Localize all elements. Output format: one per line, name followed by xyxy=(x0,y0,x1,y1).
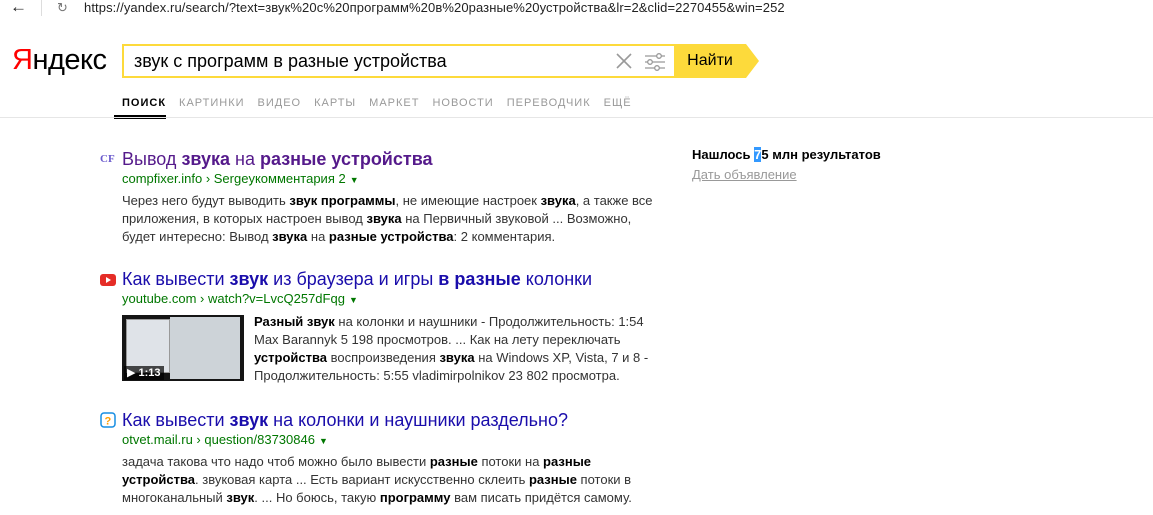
mail-answers-favicon: ? xyxy=(100,412,116,428)
video-thumbnail[interactable]: ▶ 1:13 xyxy=(122,315,244,381)
svg-text:?: ? xyxy=(105,416,112,428)
results-count-rest: 5 млн результатов xyxy=(761,147,881,162)
yandex-logo[interactable]: Яндекс xyxy=(12,42,107,78)
toolbar-divider xyxy=(41,0,42,16)
text-fragment[interactable]: Как вывести xyxy=(122,410,230,430)
highlighted-term: Разный звук xyxy=(254,314,335,329)
logo-rest: ндекс xyxy=(32,44,107,76)
text-fragment[interactable]: на колонки и наушники раздельно? xyxy=(268,410,568,430)
tab-search[interactable]: ПОИСК xyxy=(122,96,166,110)
youtube-favicon xyxy=(100,274,116,286)
search-result: Как вывести звук из браузера и игры в ра… xyxy=(122,268,662,383)
highlighted-term: разные устройства xyxy=(328,229,454,244)
result-snippet: Через него будут выводить звук программы… xyxy=(122,192,662,246)
highlighted-term[interactable]: в разные xyxy=(438,269,521,289)
result-url-text[interactable]: compfixer.info › Sergeyкомментария 2 xyxy=(122,171,346,186)
thumbnail-window-graphic xyxy=(126,319,170,373)
text-fragment: , не имеющие настроек xyxy=(395,193,541,208)
search-input[interactable] xyxy=(134,48,604,74)
results-count: Нашлось 75 млн результатов xyxy=(692,147,881,163)
text-fragment: потоки на xyxy=(477,454,544,469)
highlighted-term: звука xyxy=(439,350,475,365)
find-button-arrow[interactable] xyxy=(746,44,759,78)
text-fragment: задача такова что надо чтоб можно было в… xyxy=(122,454,430,469)
result-title[interactable]: Вывод звука на разные устройства xyxy=(122,148,662,170)
tab-translator[interactable]: ПЕРЕВОДЧИК xyxy=(507,96,591,110)
clear-x-icon[interactable] xyxy=(614,50,634,72)
result-url[interactable]: compfixer.info › Sergeyкомментария 2 ▼ xyxy=(122,170,662,189)
highlighted-term[interactable]: звук xyxy=(230,269,269,289)
dropdown-triangle-icon[interactable]: ▼ xyxy=(319,436,328,446)
search-box xyxy=(122,44,674,78)
text-fragment: . звуковая карта ... Есть вариант искусс… xyxy=(195,472,529,487)
highlighted-term: устройства xyxy=(254,350,328,365)
result-url-text[interactable]: youtube.com › watch?v=LvcQ257dFqg xyxy=(122,291,345,306)
text-fragment[interactable]: Как вывести xyxy=(122,269,230,289)
video-duration: ▶ 1:13 xyxy=(124,366,164,380)
tab-market[interactable]: МАРКЕТ xyxy=(369,96,419,110)
browser-address-bar: ← ↻ https://yandex.ru/search/?text=звук%… xyxy=(0,0,1153,18)
tab-news[interactable]: НОВОСТИ xyxy=(432,96,493,110)
highlighted-term: звук xyxy=(226,490,255,505)
search-tabs: ПОИСК КАРТИНКИ ВИДЕО КАРТЫ МАРКЕТ НОВОСТИ ПЕРЕ… xyxy=(122,93,645,113)
result-snippet: Разный звук на колонки и наушники - Прод… xyxy=(254,313,659,385)
text-fragment[interactable]: из браузера и игры xyxy=(268,269,438,289)
highlighted-term[interactable]: звука xyxy=(181,149,230,169)
tab-more[interactable]: ЕЩЁ xyxy=(604,96,632,110)
find-button[interactable]: Найти xyxy=(674,44,746,78)
highlighted-term: программу xyxy=(379,490,451,505)
text-fragment: . ... Но боюсь, такую xyxy=(254,490,380,505)
highlighted-term: звука xyxy=(540,193,576,208)
highlighted-term: звука xyxy=(272,229,308,244)
svg-text:CF: CF xyxy=(100,153,115,165)
tab-maps[interactable]: КАРТЫ xyxy=(314,96,356,110)
search-result: Как вывести звук на колонки и наушники р… xyxy=(122,409,662,507)
search-result: Вывод звука на разные устройства compfix… xyxy=(122,148,662,246)
logo-first-letter: Я xyxy=(12,44,33,76)
text-fragment[interactable]: на xyxy=(230,149,260,169)
text-fragment: на xyxy=(307,229,329,244)
highlighted-term: разные xyxy=(528,472,577,487)
filter-settings-icon[interactable] xyxy=(644,51,666,73)
text-fragment: : 2 комментария. xyxy=(453,229,556,244)
tab-images[interactable]: КАРТИНКИ xyxy=(179,96,244,110)
address-url[interactable]: https://yandex.ru/search/?text=звук%20с%… xyxy=(84,0,785,16)
back-arrow-icon[interactable]: ← xyxy=(10,0,27,17)
place-ad-link[interactable]: Дать объявление xyxy=(692,167,797,183)
result-snippet: задача такова что надо чтоб можно было в… xyxy=(122,453,662,507)
dropdown-triangle-icon[interactable]: ▼ xyxy=(349,295,358,305)
text-fragment[interactable]: Вывод xyxy=(122,149,181,169)
duration-text: 1:13 xyxy=(138,367,161,379)
highlighted-term: звука xyxy=(366,211,402,226)
dropdown-triangle-icon[interactable]: ▼ xyxy=(350,175,359,185)
compfixer-favicon: CF xyxy=(100,153,115,165)
highlighted-term[interactable]: звук xyxy=(230,410,269,430)
highlighted-term[interactable]: разные устройства xyxy=(260,149,433,169)
highlighted-term: звук программы xyxy=(289,193,396,208)
video-row: ▶ 1:13 Разный звук на колонки и наушники… xyxy=(122,313,662,383)
tab-video[interactable]: ВИДЕО xyxy=(258,96,302,110)
text-fragment[interactable]: колонки xyxy=(521,269,592,289)
results-count-prefix: Нашлось xyxy=(692,147,755,162)
reload-icon[interactable]: ↻ xyxy=(57,0,68,17)
result-url-text[interactable]: otvet.mail.ru › question/83730846 xyxy=(122,432,315,447)
result-title[interactable]: Как вывести звук на колонки и наушники р… xyxy=(122,409,662,431)
header-divider xyxy=(0,117,1153,118)
result-url[interactable]: youtube.com › watch?v=LvcQ257dFqg ▼ xyxy=(122,290,662,309)
text-fragment: Через него будут выводить xyxy=(122,193,290,208)
result-title[interactable]: Как вывести звук из браузера и игры в ра… xyxy=(122,268,662,290)
text-fragment: воспроизведения xyxy=(327,350,440,365)
result-url[interactable]: otvet.mail.ru › question/83730846 ▼ xyxy=(122,431,662,450)
text-fragment: вам писать придётся самому. xyxy=(450,490,632,505)
thumbnail-screen-graphic xyxy=(170,317,240,379)
highlighted-term: разные xyxy=(429,454,478,469)
